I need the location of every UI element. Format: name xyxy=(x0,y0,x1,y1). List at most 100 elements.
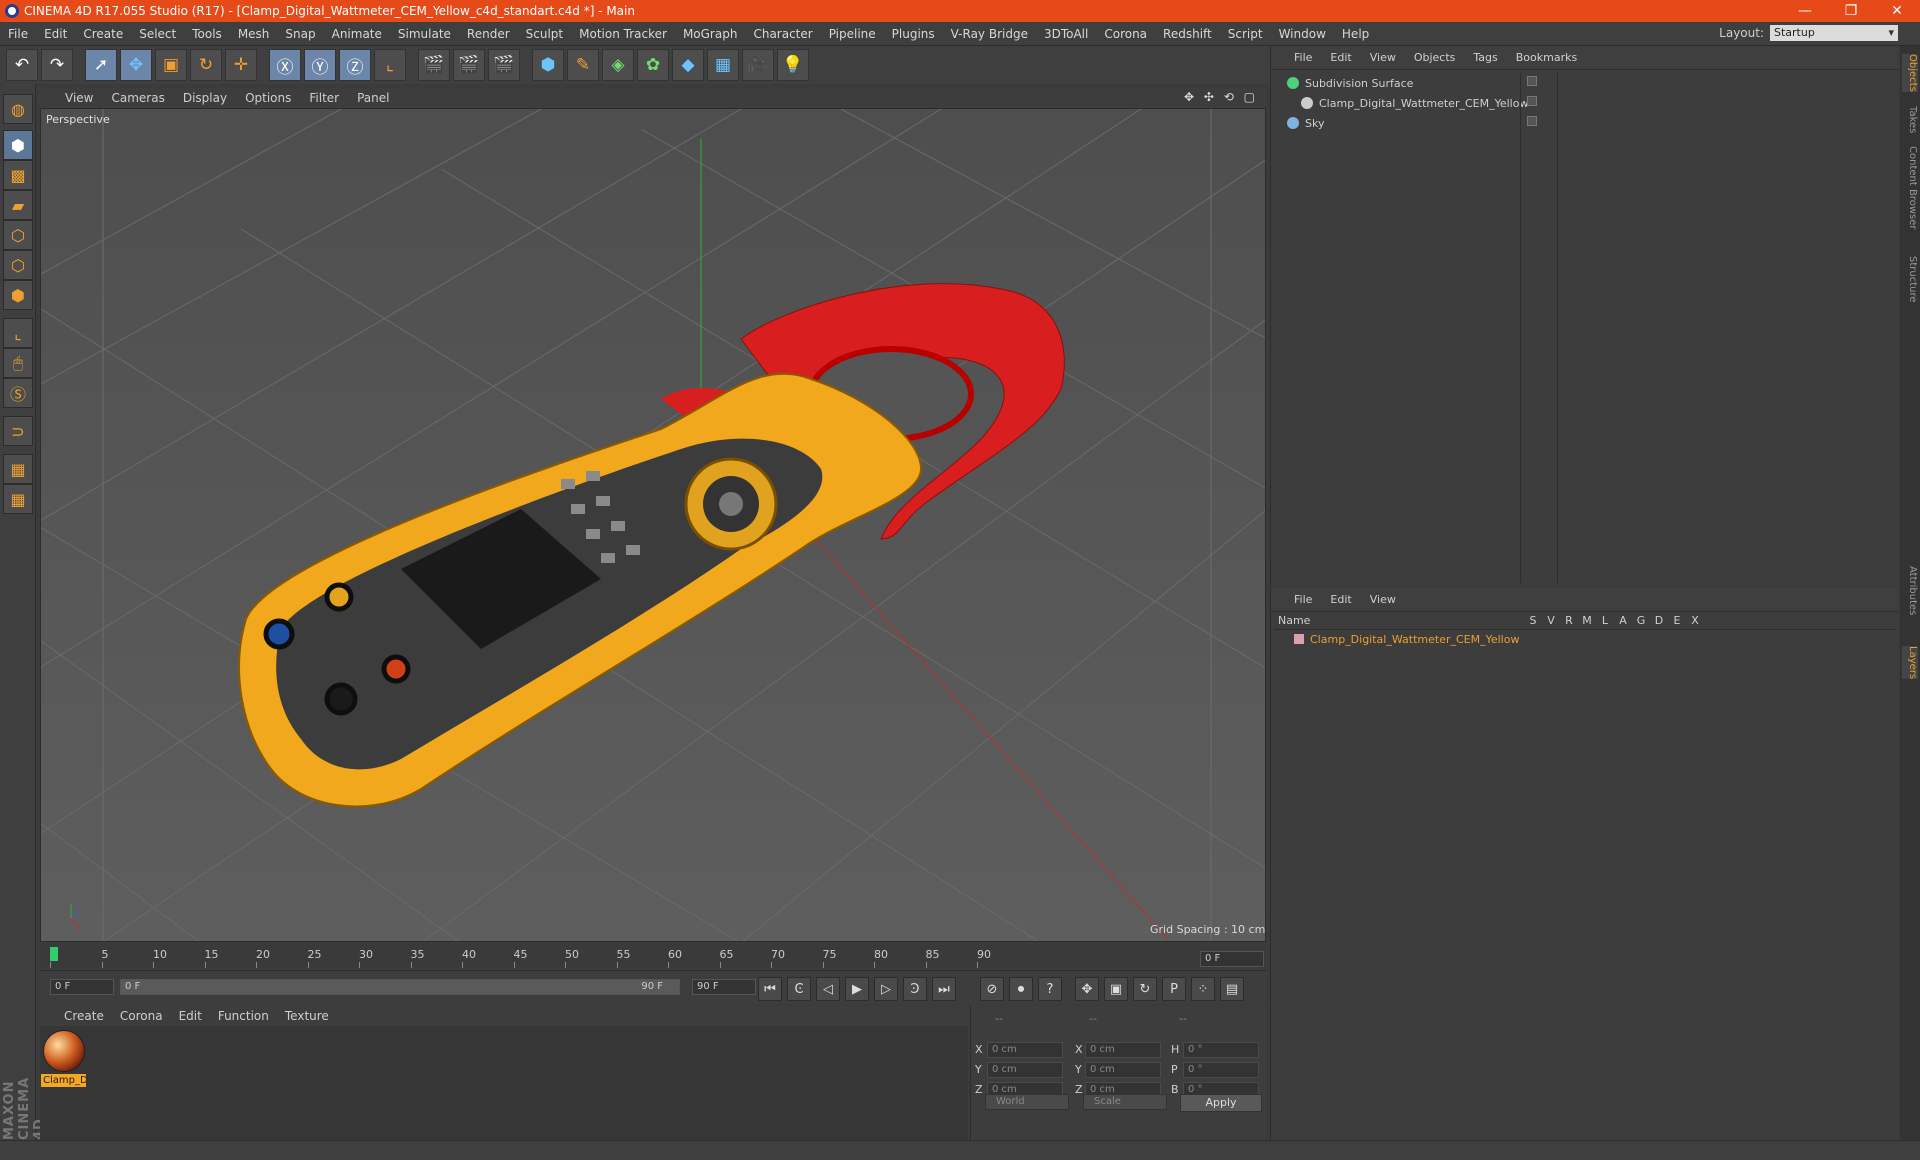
current-frame-field[interactable]: 0 F xyxy=(1200,951,1264,967)
object-name[interactable]: Sky xyxy=(1305,117,1324,130)
menu-item-redshift[interactable]: Redshift xyxy=(1155,27,1220,41)
render-settings-icon[interactable]: 🎬 xyxy=(488,49,520,81)
timeline-ruler[interactable]: 051015202530354045505560657075808590 xyxy=(40,944,1266,968)
side-tab-layers[interactable]: Layers xyxy=(1902,646,1918,680)
axis-mode-icon[interactable]: ⌞ xyxy=(3,318,33,348)
menu-item-mograph[interactable]: MoGraph xyxy=(675,27,746,41)
menu-item-create[interactable]: Create xyxy=(75,27,131,41)
menu-item-3dtoall[interactable]: 3DToAll xyxy=(1036,27,1096,41)
menu-item-help[interactable]: Help xyxy=(1334,27,1377,41)
coord-field-p[interactable]: 0 ° xyxy=(1183,1062,1259,1078)
menu-item-tools[interactable]: Tools xyxy=(184,27,230,41)
last-tool-icon[interactable]: ✛ xyxy=(225,49,257,81)
layer-menu-file[interactable]: File xyxy=(1285,593,1321,606)
menu-item-edit[interactable]: Edit xyxy=(36,27,75,41)
layer-column-r[interactable]: R xyxy=(1560,614,1578,629)
visibility-dots-icon[interactable] xyxy=(1527,76,1537,86)
end-frame-field[interactable]: 90 F xyxy=(692,979,756,995)
visibility-dots-icon[interactable] xyxy=(1527,116,1537,126)
menu-item-window[interactable]: Window xyxy=(1271,27,1334,41)
material-name-label[interactable]: Clamp_Digital_Wattmeter_CEM_Yellow xyxy=(41,1074,86,1087)
coord-space-dropdown[interactable]: World xyxy=(985,1094,1069,1110)
object-row[interactable]: Subdivision Surface xyxy=(1275,74,1413,92)
visibility-dots-icon[interactable] xyxy=(1527,96,1537,106)
layer-menu-edit[interactable]: Edit xyxy=(1321,593,1360,606)
material-menu-function[interactable]: Function xyxy=(210,1009,277,1023)
soft-selection-icon[interactable]: Ⓢ xyxy=(3,378,33,408)
menu-item-file[interactable]: File xyxy=(0,27,36,41)
record-active-icon[interactable]: ⏺ xyxy=(1009,977,1033,1001)
planar-workplane-icon[interactable]: ▦ xyxy=(3,484,33,514)
layer-column-l[interactable]: L xyxy=(1596,614,1614,629)
material-menu-texture[interactable]: Texture xyxy=(277,1009,337,1023)
viewport-nav-controls[interactable]: ✥ ✣ ⟲ ▢ xyxy=(1184,90,1258,104)
workplane-lock-icon[interactable]: ▦ xyxy=(3,454,33,484)
edges-mode-icon[interactable]: ⬡ xyxy=(3,250,33,280)
object-menu-objects[interactable]: Objects xyxy=(1405,51,1465,64)
x-axis-lock-icon[interactable]: Ⓧ xyxy=(269,49,301,81)
coord-field-x[interactable]: 0 cm xyxy=(1085,1042,1161,1058)
start-frame-field[interactable]: 0 F xyxy=(50,979,114,995)
play-icon[interactable]: ▶ xyxy=(845,977,869,1001)
key-param-icon[interactable]: P xyxy=(1162,977,1186,1001)
material-menu-edit[interactable]: Edit xyxy=(171,1009,210,1023)
menu-item-motion-tracker[interactable]: Motion Tracker xyxy=(571,27,675,41)
camera-icon[interactable]: 🎥 xyxy=(742,49,774,81)
layer-column-m[interactable]: M xyxy=(1578,614,1596,629)
record-disabled-icon[interactable]: ⊘ xyxy=(980,977,1004,1001)
next-frame-icon[interactable]: ▷ xyxy=(874,977,898,1001)
object-name[interactable]: Subdivision Surface xyxy=(1305,77,1413,90)
layer-column-g[interactable]: G xyxy=(1632,614,1650,629)
light-icon[interactable]: 💡 xyxy=(777,49,809,81)
apply-button[interactable]: Apply xyxy=(1180,1094,1262,1112)
side-tab-takes[interactable]: Takes xyxy=(1902,106,1918,133)
menu-item-plugins[interactable]: Plugins xyxy=(884,27,943,41)
side-tab-objects[interactable]: Objects xyxy=(1902,54,1918,92)
object-menu-tags[interactable]: Tags xyxy=(1464,51,1506,64)
layer-column-e[interactable]: E xyxy=(1668,614,1686,629)
next-key-icon[interactable]: Ͽ xyxy=(903,977,927,1001)
layer-row[interactable]: Clamp_Digital_Wattmeter_CEM_Yellow xyxy=(1274,631,1896,647)
coord-field-x[interactable]: 0 cm xyxy=(987,1042,1063,1058)
y-axis-lock-icon[interactable]: Ⓨ xyxy=(304,49,336,81)
object-row[interactable]: Clamp_Digital_Wattmeter_CEM_Yellow xyxy=(1275,94,1528,112)
menu-item-script[interactable]: Script xyxy=(1220,27,1271,41)
prev-frame-icon[interactable]: ◁ xyxy=(816,977,840,1001)
goto-end-icon[interactable]: ⏭ xyxy=(932,977,956,1001)
make-editable-icon[interactable]: ◍ xyxy=(3,94,33,124)
layer-menu-view[interactable]: View xyxy=(1361,593,1405,606)
menu-item-select[interactable]: Select xyxy=(131,27,184,41)
select-cursor-icon[interactable]: ➚ xyxy=(85,49,117,81)
restore-button[interactable]: ❐ xyxy=(1828,0,1874,22)
frame-range-slider[interactable]: 0 F 90 F xyxy=(120,979,680,995)
menu-item-render[interactable]: Render xyxy=(459,27,518,41)
move-icon[interactable]: ✥ xyxy=(120,49,152,81)
coordinate-system-icon[interactable]: ⌞ xyxy=(374,49,406,81)
viewport-menu-view[interactable]: View xyxy=(56,91,102,105)
key-scale-icon[interactable]: ▣ xyxy=(1104,977,1128,1001)
array-icon[interactable]: ✿ xyxy=(637,49,669,81)
close-button[interactable]: ✕ xyxy=(1874,0,1920,22)
menu-item-simulate[interactable]: Simulate xyxy=(390,27,459,41)
layer-column-v[interactable]: V xyxy=(1542,614,1560,629)
menu-item-pipeline[interactable]: Pipeline xyxy=(821,27,884,41)
viewport-menu-cameras[interactable]: Cameras xyxy=(102,91,173,105)
viewport-menu-options[interactable]: Options xyxy=(236,91,300,105)
object-menu-view[interactable]: View xyxy=(1361,51,1405,64)
side-tab-attributes[interactable]: Attributes xyxy=(1902,566,1918,615)
z-axis-lock-icon[interactable]: Ⓩ xyxy=(339,49,371,81)
layer-column-s[interactable]: S xyxy=(1524,614,1542,629)
object-menu-edit[interactable]: Edit xyxy=(1321,51,1360,64)
minimize-button[interactable]: — xyxy=(1782,0,1828,22)
side-tab-structure[interactable]: Structure xyxy=(1902,256,1918,303)
layer-name[interactable]: Clamp_Digital_Wattmeter_CEM_Yellow xyxy=(1310,633,1519,646)
key-move-icon[interactable]: ✥ xyxy=(1075,977,1099,1001)
deformer-icon[interactable]: ◆ xyxy=(672,49,704,81)
scale-icon[interactable]: ▣ xyxy=(155,49,187,81)
coord-mode-dropdown[interactable]: Scale xyxy=(1083,1094,1167,1110)
layout-dropdown[interactable]: Startup xyxy=(1770,25,1898,41)
pen-spline-icon[interactable]: ✎ xyxy=(567,49,599,81)
material-menu-corona[interactable]: Corona xyxy=(112,1009,171,1023)
menu-item-snap[interactable]: Snap xyxy=(277,27,323,41)
layer-column-a[interactable]: A xyxy=(1614,614,1632,629)
